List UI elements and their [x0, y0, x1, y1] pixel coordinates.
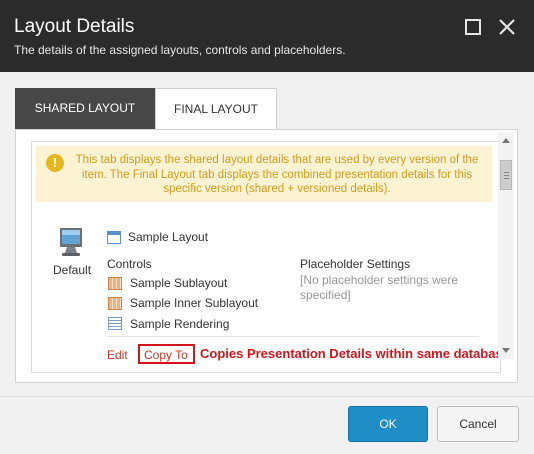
scroll-thumb[interactable]	[500, 160, 512, 190]
control-item[interactable]: Sample Sublayout	[130, 276, 227, 290]
grip-line	[504, 172, 509, 173]
grip-line	[504, 178, 509, 179]
control-item[interactable]: Sample Inner Sublayout	[130, 296, 258, 310]
layout-details-scroll-area[interactable]: ! This tab displays the shared layout de…	[31, 141, 501, 373]
maximize-button[interactable]	[462, 16, 484, 38]
tab-shared-layout[interactable]: SHARED LAYOUT	[15, 88, 155, 129]
alert-message: This tab displays the shared layout deta…	[75, 154, 479, 195]
info-alert: ! This tab displays the shared layout de…	[36, 146, 492, 202]
cancel-button[interactable]: Cancel	[437, 406, 519, 442]
control-item[interactable]: Sample Rendering	[130, 317, 229, 331]
controls-heading: Controls	[107, 257, 152, 271]
sublayout-icon	[108, 277, 122, 290]
dialog-title: Layout Details	[14, 16, 135, 37]
device-name: Default	[53, 263, 92, 277]
sublayout-icon	[108, 297, 122, 310]
dialog-header: Layout Details The details of the assign…	[0, 0, 534, 72]
close-button[interactable]	[496, 16, 518, 38]
placeholder-settings-value: [No placeholder settings were specified]	[300, 273, 459, 302]
tab-final-layout[interactable]: FINAL LAYOUT	[155, 88, 277, 129]
dialog-footer: OK Cancel	[0, 396, 534, 454]
vertical-scrollbar[interactable]	[498, 132, 514, 359]
edit-link[interactable]: Edit	[107, 348, 128, 362]
dialog-subtitle: The details of the assigned layouts, con…	[14, 43, 346, 57]
rendering-icon	[108, 317, 122, 330]
copy-to-link[interactable]: Copy To	[144, 348, 188, 362]
divider	[107, 336, 479, 337]
exclamation-icon: !	[46, 154, 64, 172]
grip-line	[504, 175, 509, 176]
annotation-text: Copies Presentation Details within same …	[200, 346, 501, 361]
layout-icon	[107, 231, 121, 244]
ok-button[interactable]: OK	[348, 406, 428, 442]
dialog-body: SHARED LAYOUT FINAL LAYOUT ! This tab di…	[0, 72, 534, 396]
layout-name[interactable]: Sample Layout	[128, 230, 208, 244]
placeholder-settings-heading: Placeholder Settings	[300, 257, 411, 271]
monitor-icon	[57, 227, 85, 257]
scroll-down-arrow-icon[interactable]	[502, 348, 510, 353]
scroll-up-arrow-icon[interactable]	[502, 138, 510, 143]
tab-panel: ! This tab displays the shared layout de…	[15, 129, 518, 383]
close-icon	[499, 19, 515, 35]
maximize-icon	[465, 19, 481, 35]
